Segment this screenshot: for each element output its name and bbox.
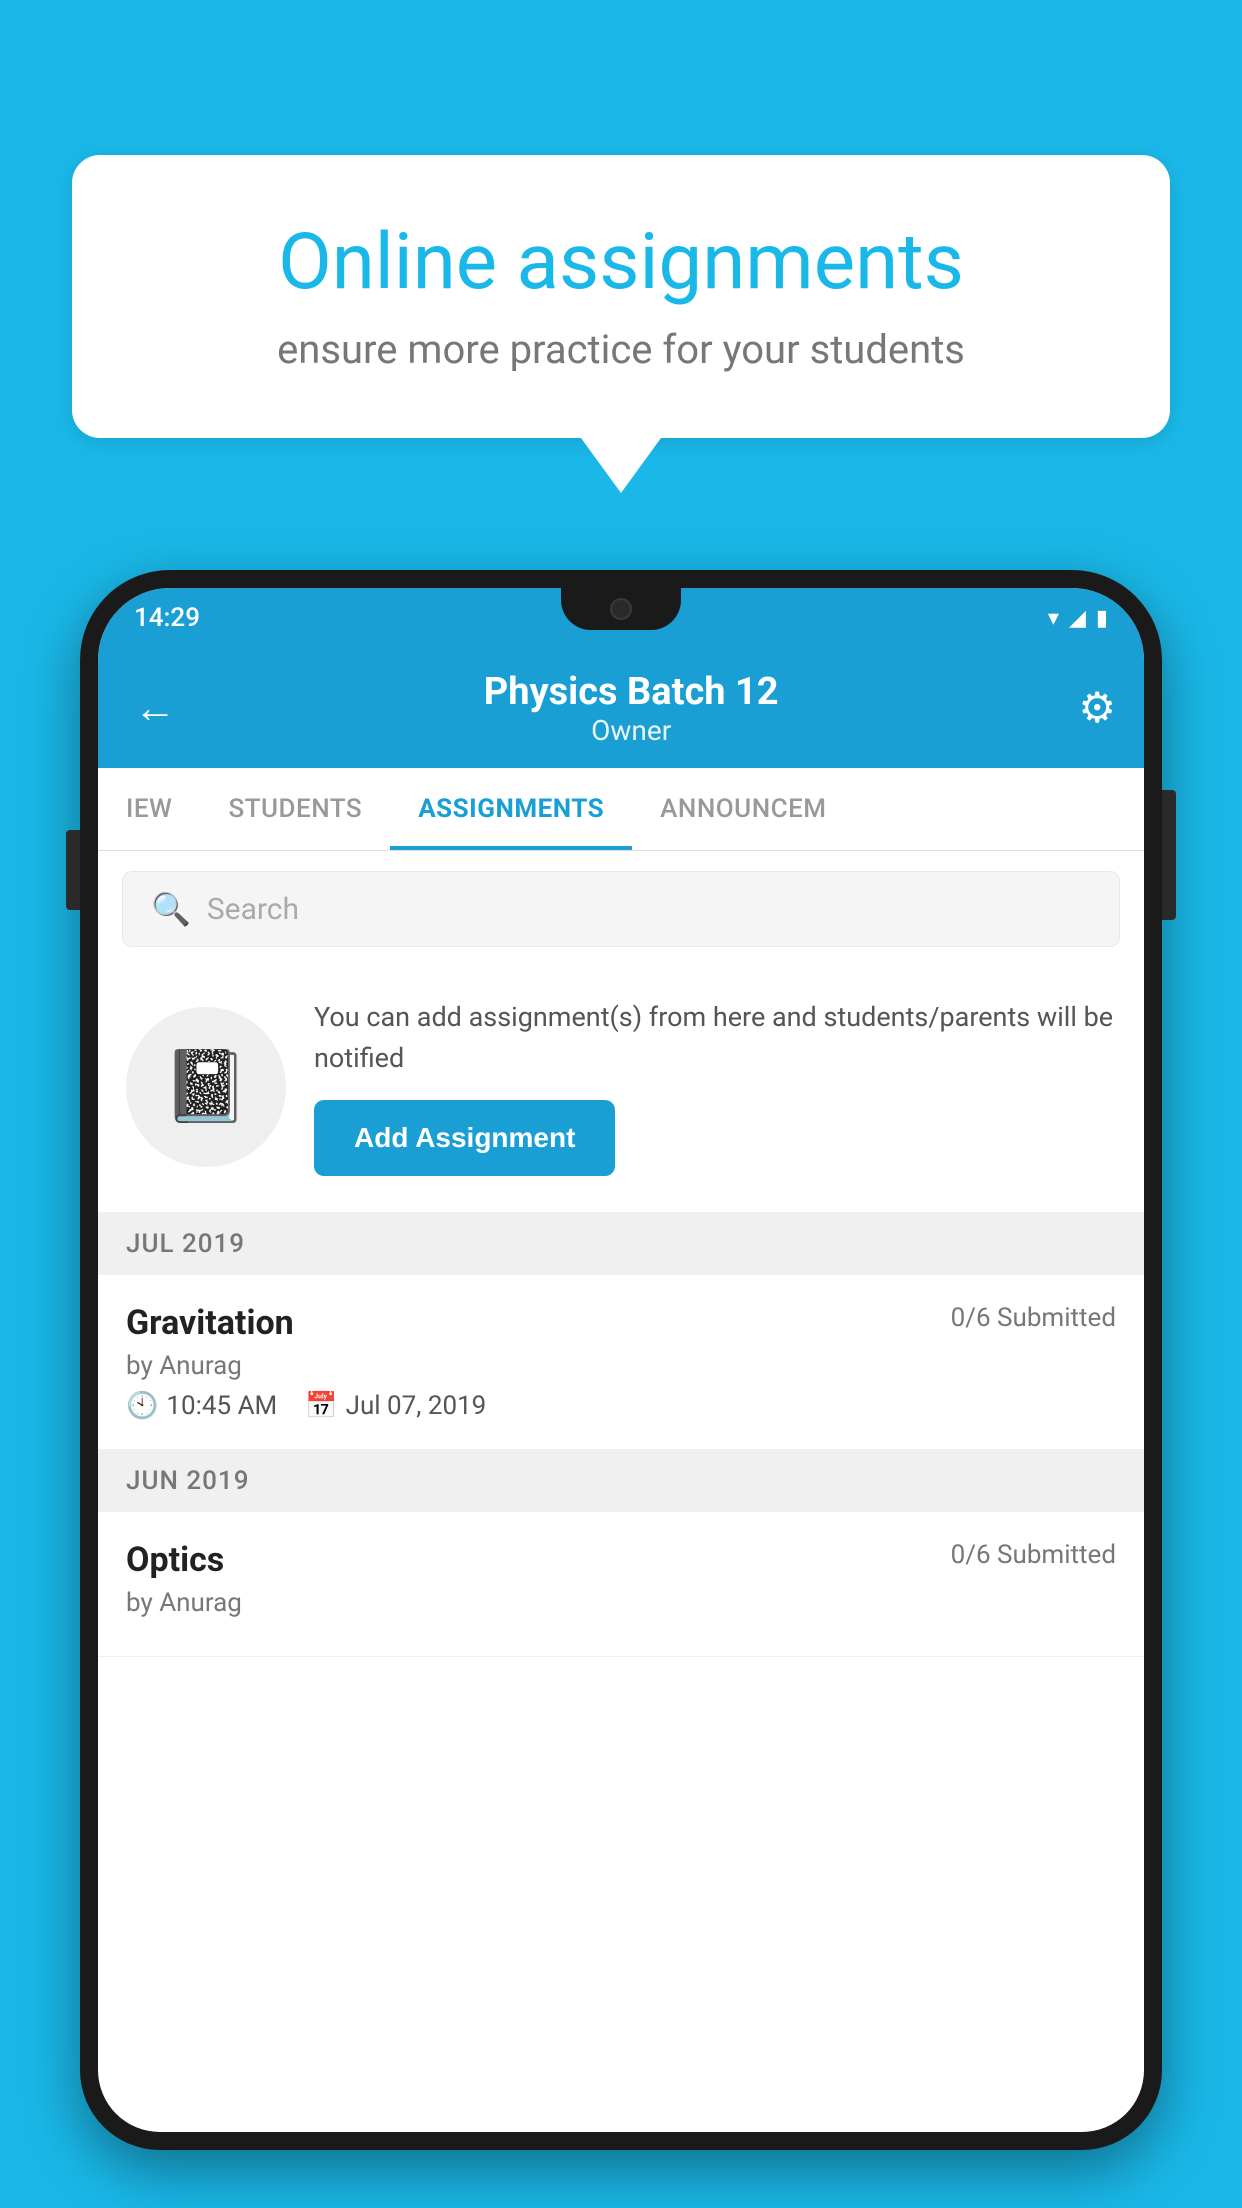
add-assignment-promo: 📓 You can add assignment(s) from here an…	[98, 967, 1144, 1213]
assignment-item-optics[interactable]: Optics 0/6 Submitted by Anurag	[98, 1512, 1144, 1657]
tab-iew[interactable]: IEW	[98, 768, 200, 850]
status-icons: ▾ ◢ ▮	[1048, 606, 1108, 631]
assignment-time: 🕙 10:45 AM	[126, 1391, 277, 1421]
phone-outer: 14:29 ▾ ◢ ▮ ← Physics Batch 12 Owner ⚙ I…	[80, 570, 1162, 2150]
search-icon: 🔍	[151, 890, 191, 928]
phone-inner: 14:29 ▾ ◢ ▮ ← Physics Batch 12 Owner ⚙ I…	[98, 588, 1144, 2132]
assignment-date: 📅 Jul 07, 2019	[305, 1391, 486, 1421]
speech-bubble-arrow	[581, 438, 661, 493]
speech-bubble: Online assignments ensure more practice …	[72, 155, 1170, 438]
assignment-author-optics: by Anurag	[126, 1588, 1116, 1618]
assignment-submitted-optics: 0/6 Submitted	[951, 1540, 1116, 1570]
assignment-item-gravitation[interactable]: Gravitation 0/6 Submitted by Anurag 🕙 10…	[98, 1275, 1144, 1450]
app-bar: ← Physics Batch 12 Owner ⚙	[98, 648, 1144, 768]
notebook-icon: 📓	[162, 1046, 249, 1128]
assignment-title-optics: Optics	[126, 1540, 224, 1580]
app-bar-title-container: Physics Batch 12 Owner	[204, 670, 1058, 747]
notch	[561, 588, 681, 630]
back-button[interactable]: ←	[126, 676, 184, 741]
camera-icon	[610, 598, 632, 620]
promo-icon-circle: 📓	[126, 1007, 286, 1167]
speech-bubble-container: Online assignments ensure more practice …	[72, 155, 1170, 493]
assignment-title: Gravitation	[126, 1303, 294, 1343]
assignment-header: Gravitation 0/6 Submitted	[126, 1303, 1116, 1343]
battery-icon: ▮	[1096, 606, 1108, 631]
speech-bubble-subtitle: ensure more practice for your students	[152, 326, 1090, 373]
search-bar[interactable]: 🔍 Search	[122, 871, 1120, 947]
tab-announcements[interactable]: ANNOUNCEM	[632, 768, 854, 850]
section-header-jul: JUL 2019	[98, 1213, 1144, 1275]
promo-text: You can add assignment(s) from here and …	[314, 997, 1116, 1078]
speech-bubble-title: Online assignments	[152, 220, 1090, 306]
assignment-date-value: Jul 07, 2019	[346, 1391, 487, 1421]
assignment-meta: 🕙 10:45 AM 📅 Jul 07, 2019	[126, 1391, 1116, 1421]
search-container: 🔍 Search	[98, 851, 1144, 967]
section-header-jun: JUN 2019	[98, 1450, 1144, 1512]
assignment-time-value: 10:45 AM	[166, 1391, 277, 1421]
app-bar-subtitle: Owner	[204, 714, 1058, 747]
assignment-header-optics: Optics 0/6 Submitted	[126, 1540, 1116, 1580]
promo-content: You can add assignment(s) from here and …	[314, 997, 1116, 1176]
settings-icon[interactable]: ⚙	[1078, 683, 1116, 733]
status-bar: 14:29 ▾ ◢ ▮	[98, 588, 1144, 648]
add-assignment-button[interactable]: Add Assignment	[314, 1100, 615, 1176]
tab-assignments[interactable]: ASSIGNMENTS	[390, 768, 632, 850]
clock-icon: 🕙	[126, 1391, 158, 1421]
tabs-container: IEW STUDENTS ASSIGNMENTS ANNOUNCEM	[98, 768, 1144, 851]
signal-icon: ◢	[1069, 606, 1086, 631]
tab-students[interactable]: STUDENTS	[200, 768, 390, 850]
app-bar-title: Physics Batch 12	[204, 670, 1058, 714]
calendar-icon: 📅	[305, 1391, 337, 1421]
search-placeholder: Search	[207, 892, 299, 927]
wifi-icon: ▾	[1048, 606, 1059, 631]
phone-container: 14:29 ▾ ◢ ▮ ← Physics Batch 12 Owner ⚙ I…	[80, 570, 1162, 2208]
assignment-submitted: 0/6 Submitted	[951, 1303, 1116, 1333]
status-time: 14:29	[134, 603, 200, 633]
assignment-author: by Anurag	[126, 1351, 1116, 1381]
